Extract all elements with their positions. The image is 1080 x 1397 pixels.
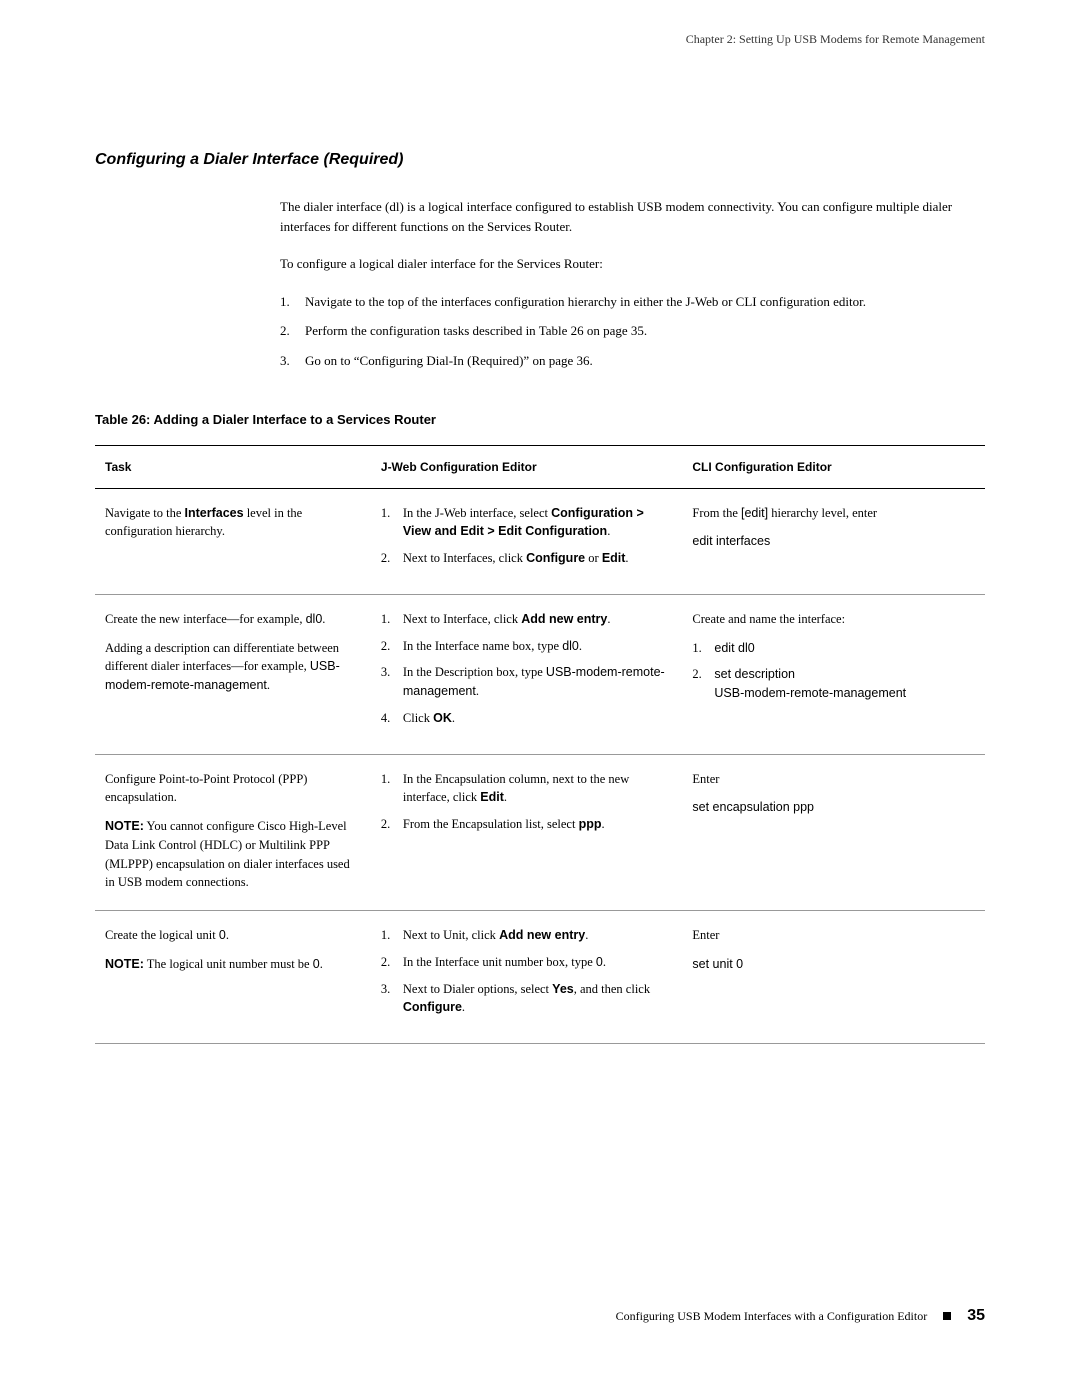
jweb-cell: 1.Next to Interface, click Add new entry… — [371, 594, 683, 754]
jweb-step: 2.From the Encapsulation list, select pp… — [381, 815, 673, 834]
col-header-task: Task — [95, 445, 371, 488]
table-row: Configure Point-to-Point Protocol (PPP) … — [95, 754, 985, 911]
cli-command: edit interfaces — [692, 532, 975, 551]
intro-paragraph: The dialer interface (dl) is a logical i… — [280, 197, 985, 236]
step-number: 3. — [280, 351, 305, 371]
cli-cell: Enter set unit 0 — [682, 911, 985, 1044]
step-number: 1. — [280, 292, 305, 312]
step-text: Go on to “Configuring Dial-In (Required)… — [305, 351, 593, 371]
step-text: Perform the configuration tasks describe… — [305, 321, 647, 341]
task-cell: Navigate to the Interfaces level in the … — [95, 488, 371, 594]
cli-cell: Create and name the interface: 1.edit dl… — [682, 594, 985, 754]
jweb-step: 1.In the J-Web interface, select Configu… — [381, 504, 673, 542]
step-number: 2. — [280, 321, 305, 341]
table-row: Create the new interface—for example, dl… — [95, 594, 985, 754]
jweb-cell: 1.In the J-Web interface, select Configu… — [371, 488, 683, 594]
procedure-step: 2.Perform the configuration tasks descri… — [280, 321, 985, 341]
lead-paragraph: To configure a logical dialer interface … — [280, 254, 985, 274]
cli-cell: Enter set encapsulation ppp — [682, 754, 985, 911]
task-text: Configure Point-to-Point Protocol (PPP) … — [105, 770, 361, 808]
procedure-list: 1.Navigate to the top of the interfaces … — [280, 292, 985, 371]
task-text: Navigate to the Interfaces level in the … — [105, 504, 361, 542]
task-note: NOTE: You cannot configure Cisco High-Le… — [105, 817, 361, 892]
step-text: Navigate to the top of the interfaces co… — [305, 292, 866, 312]
cli-step: 2.set descriptionUSB-modem-remote-manage… — [692, 665, 975, 703]
cli-command: set encapsulation ppp — [692, 798, 975, 817]
task-text: Create the logical unit 0. — [105, 926, 361, 945]
jweb-step: 3.Next to Dialer options, select Yes, an… — [381, 980, 673, 1018]
chapter-header: Chapter 2: Setting Up USB Modems for Rem… — [95, 30, 985, 48]
page-footer: Configuring USB Modem Interfaces with a … — [95, 1304, 985, 1328]
task-cell: Create the logical unit 0. NOTE: The log… — [95, 911, 371, 1044]
cli-command: set unit 0 — [692, 955, 975, 974]
procedure-step: 1.Navigate to the top of the interfaces … — [280, 292, 985, 312]
cli-text: Enter — [692, 770, 975, 789]
cli-cell: From the [edit] hierarchy level, enter e… — [682, 488, 985, 594]
table-row: Create the logical unit 0. NOTE: The log… — [95, 911, 985, 1044]
task-text: Create the new interface—for example, dl… — [105, 610, 361, 629]
square-bullet-icon — [943, 1312, 951, 1320]
procedure-step: 3.Go on to “Configuring Dial-In (Require… — [280, 351, 985, 371]
col-header-jweb: J-Web Configuration Editor — [371, 445, 683, 488]
jweb-step: 1.In the Encapsulation column, next to t… — [381, 770, 673, 808]
jweb-step: 2.In the Interface name box, type dl0. — [381, 637, 673, 656]
jweb-step: 2.Next to Interfaces, click Configure or… — [381, 549, 673, 568]
footer-text: Configuring USB Modem Interfaces with a … — [616, 1307, 928, 1325]
jweb-cell: 1.In the Encapsulation column, next to t… — [371, 754, 683, 911]
cli-text: From the [edit] hierarchy level, enter — [692, 504, 975, 523]
jweb-step: 4.Click OK. — [381, 709, 673, 728]
jweb-step: 2.In the Interface unit number box, type… — [381, 953, 673, 972]
col-header-cli: CLI Configuration Editor — [682, 445, 985, 488]
config-table: Task J-Web Configuration Editor CLI Conf… — [95, 445, 985, 1045]
page-number: 35 — [967, 1304, 985, 1328]
jweb-step: 3.In the Description box, type USB-modem… — [381, 663, 673, 701]
cli-text: Enter — [692, 926, 975, 945]
task-cell: Create the new interface—for example, dl… — [95, 594, 371, 754]
task-cell: Configure Point-to-Point Protocol (PPP) … — [95, 754, 371, 911]
cli-step: 1.edit dl0 — [692, 639, 975, 658]
jweb-step: 1.Next to Interface, click Add new entry… — [381, 610, 673, 629]
table-caption: Table 26: Adding a Dialer Interface to a… — [95, 410, 985, 430]
task-note: NOTE: The logical unit number must be 0. — [105, 955, 361, 974]
task-text: Adding a description can differentiate b… — [105, 639, 361, 695]
table-header-row: Task J-Web Configuration Editor CLI Conf… — [95, 445, 985, 488]
jweb-step: 1.Next to Unit, click Add new entry. — [381, 926, 673, 945]
table-row: Navigate to the Interfaces level in the … — [95, 488, 985, 594]
cli-text: Create and name the interface: — [692, 610, 975, 629]
section-heading: Configuring a Dialer Interface (Required… — [95, 148, 985, 172]
jweb-cell: 1.Next to Unit, click Add new entry. 2.I… — [371, 911, 683, 1044]
